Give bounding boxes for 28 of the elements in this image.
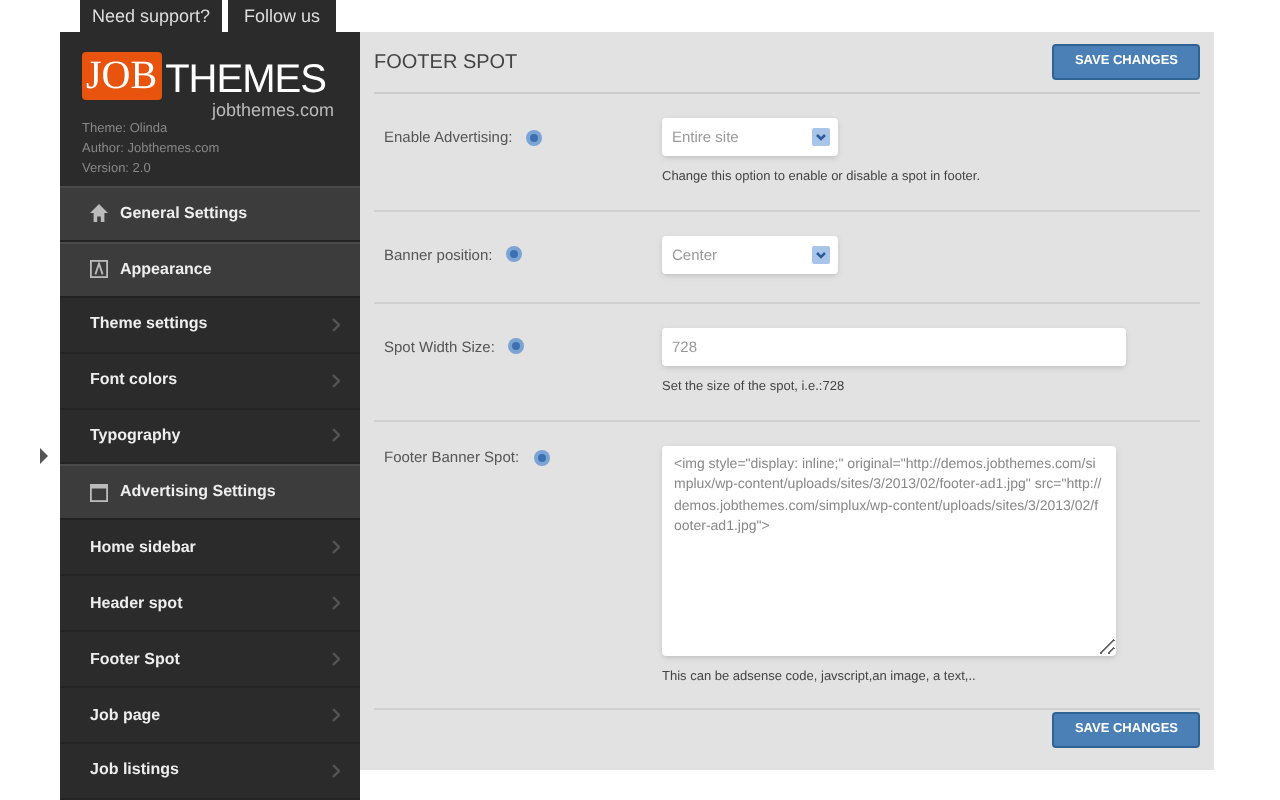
logo-text: THEMES: [165, 60, 326, 100]
help-icon[interactable]: [526, 129, 543, 145]
top-tab[interactable]: Need support?: [80, 0, 222, 32]
logo-url: jobthemes.com: [212, 100, 335, 120]
window-icon: [90, 483, 108, 502]
help-icon[interactable]: [506, 246, 523, 263]
home-icon: [90, 204, 108, 223]
chevron-right-icon: [332, 540, 340, 555]
collapse-arrow-icon[interactable]: [40, 448, 48, 464]
dropdown-arrow-icon: [812, 128, 830, 146]
panel-title: FOOTER SPOT: [374, 49, 518, 77]
picture-frame-icon: [90, 260, 108, 279]
chevron-right-icon: [332, 708, 340, 723]
chevron-right-icon: [332, 373, 340, 388]
logo-mark: JOB: [82, 52, 162, 100]
sidebar-section[interactable]: Advertising Settings: [60, 464, 360, 521]
chevron-right-icon: [332, 652, 340, 667]
help-icon[interactable]: [533, 449, 550, 465]
top-tab[interactable]: Follow us: [228, 0, 336, 32]
chevron-right-icon: [332, 428, 340, 443]
sidebar-item[interactable]: Job listings: [60, 744, 360, 800]
help-icon[interactable]: [508, 338, 525, 355]
sidebar-section[interactable]: General Settings: [60, 185, 360, 242]
chevron-right-icon: [332, 763, 340, 778]
dropdown-arrow-icon: [812, 245, 830, 264]
chevron-right-icon: [332, 596, 340, 611]
sidebar-section[interactable]: Appearance: [60, 241, 360, 298]
chevron-right-icon: [332, 317, 340, 332]
